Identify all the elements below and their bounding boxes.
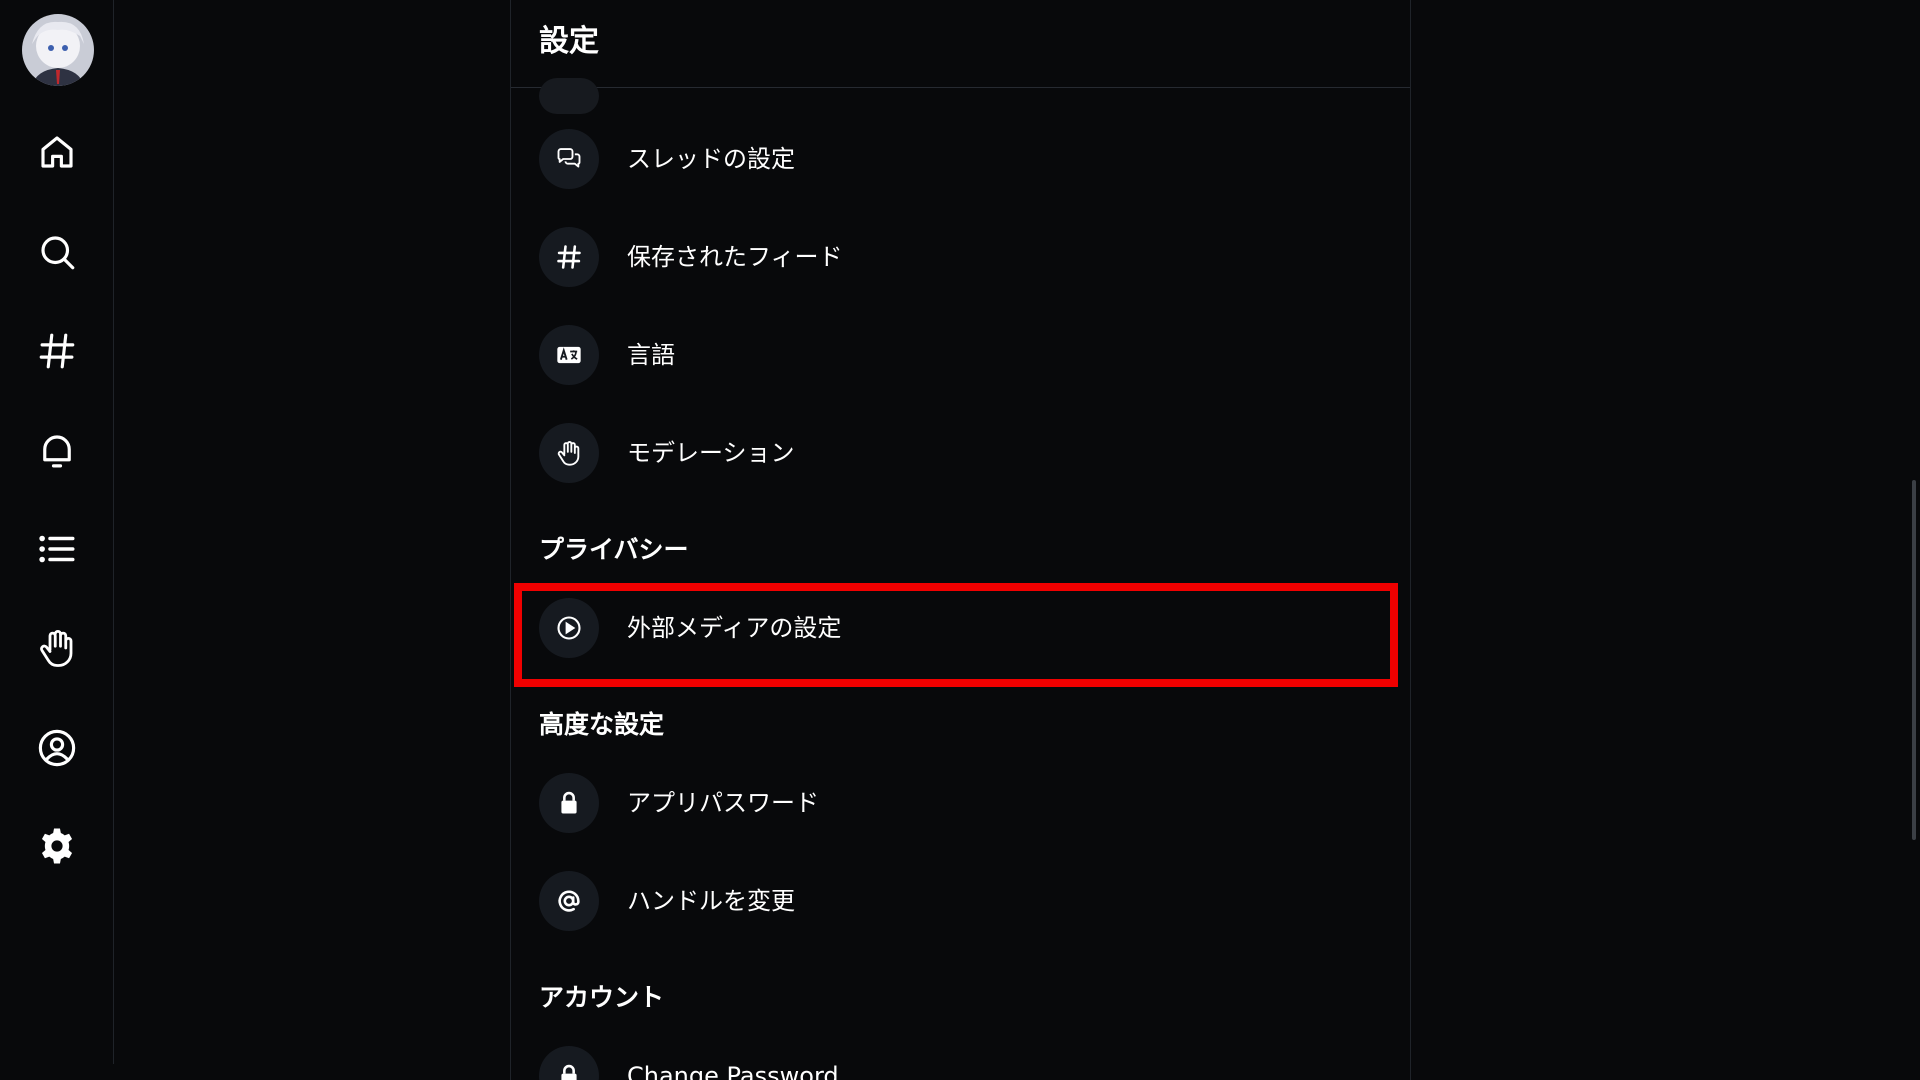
- hashtag-icon: [539, 227, 599, 287]
- section-title-advanced: 高度な設定: [539, 710, 665, 739]
- gear-icon[interactable]: [29, 818, 85, 874]
- search-icon[interactable]: [29, 224, 85, 280]
- settings-item-label: 外部メディアの設定: [627, 614, 842, 642]
- settings-item-languages[interactable]: 言語: [529, 314, 1399, 396]
- settings-item-moderation[interactable]: モデレーション: [529, 412, 1399, 494]
- settings-item-label: アプリパスワード: [627, 789, 819, 817]
- settings-item-saved-feeds[interactable]: 保存されたフィード: [529, 216, 1399, 298]
- section-title-privacy: プライバシー: [539, 535, 689, 564]
- page-title: 設定: [539, 24, 599, 59]
- settings-item-label: モデレーション: [627, 439, 795, 467]
- play-circle-icon: [539, 598, 599, 658]
- lock-icon: [539, 1046, 599, 1080]
- settings-item-label: ハンドルを変更: [627, 887, 795, 915]
- avatar[interactable]: [22, 14, 94, 86]
- section-title-account: アカウント: [539, 983, 665, 1012]
- settings-item-label: スレッドの設定: [627, 145, 795, 173]
- settings-item-thread[interactable]: スレッドの設定: [529, 118, 1399, 200]
- settings-item-label: 言語: [627, 341, 675, 369]
- settings-item-change-handle[interactable]: ハンドルを変更: [529, 860, 1399, 942]
- settings-item-change-password[interactable]: Change Password: [529, 1035, 1399, 1080]
- bell-icon[interactable]: [29, 423, 85, 479]
- settings-header: 設定: [511, 0, 1410, 114]
- hashtag-icon[interactable]: [29, 323, 85, 379]
- settings-item-app-passwords[interactable]: アプリパスワード: [529, 762, 1399, 844]
- partial-item-icon: [539, 78, 599, 114]
- home-icon[interactable]: [29, 124, 85, 180]
- settings-panel: 設定 スレッドの設定 保存されたフィード 言語 モデレーション プライバシー 外…: [510, 0, 1411, 1080]
- lock-icon: [539, 773, 599, 833]
- scrollbar-thumb[interactable]: [1912, 480, 1916, 840]
- settings-item-label: Change Password: [627, 1062, 839, 1080]
- settings-item-label: 保存されたフィード: [627, 243, 843, 271]
- hand-icon: [539, 423, 599, 483]
- settings-item-external-media[interactable]: 外部メディアの設定: [529, 587, 1399, 669]
- language-icon: [539, 325, 599, 385]
- list-icon[interactable]: [29, 521, 85, 577]
- profile-icon[interactable]: [29, 720, 85, 776]
- thread-icon: [539, 129, 599, 189]
- at-icon: [539, 871, 599, 931]
- avatar-image: [22, 14, 94, 86]
- hand-icon[interactable]: [29, 620, 85, 676]
- left-nav: [0, 0, 114, 1064]
